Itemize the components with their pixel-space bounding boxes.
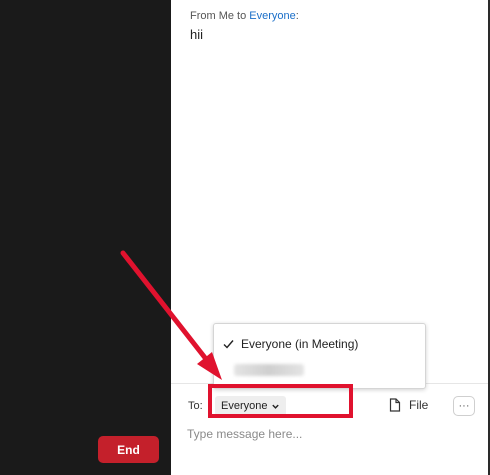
annotation-highlight-box xyxy=(208,384,353,418)
file-icon xyxy=(389,398,401,412)
message-input[interactable] xyxy=(187,424,467,444)
video-area xyxy=(0,0,171,475)
recipient-dropdown: Everyone (in Meeting) xyxy=(213,323,426,389)
end-meeting-button[interactable]: End xyxy=(98,436,159,463)
checkmark-icon xyxy=(223,340,234,349)
dropdown-option-everyone[interactable]: Everyone (in Meeting) xyxy=(223,337,358,351)
dropdown-option-label: Everyone (in Meeting) xyxy=(241,337,359,351)
message-header: From Me to Everyone: xyxy=(190,10,299,22)
dropdown-option-redacted[interactable] xyxy=(234,364,304,376)
message-text: hii xyxy=(190,27,204,42)
file-button[interactable]: File xyxy=(389,398,428,412)
file-label: File xyxy=(409,398,429,412)
more-options-button[interactable]: ··· xyxy=(453,396,475,416)
to-label: To: xyxy=(188,400,203,412)
more-icon: ··· xyxy=(458,400,470,412)
message-header-prefix: From Me to xyxy=(190,10,250,22)
message-recipient-link[interactable]: Everyone xyxy=(249,10,295,22)
message-header-suffix: : xyxy=(295,10,299,22)
